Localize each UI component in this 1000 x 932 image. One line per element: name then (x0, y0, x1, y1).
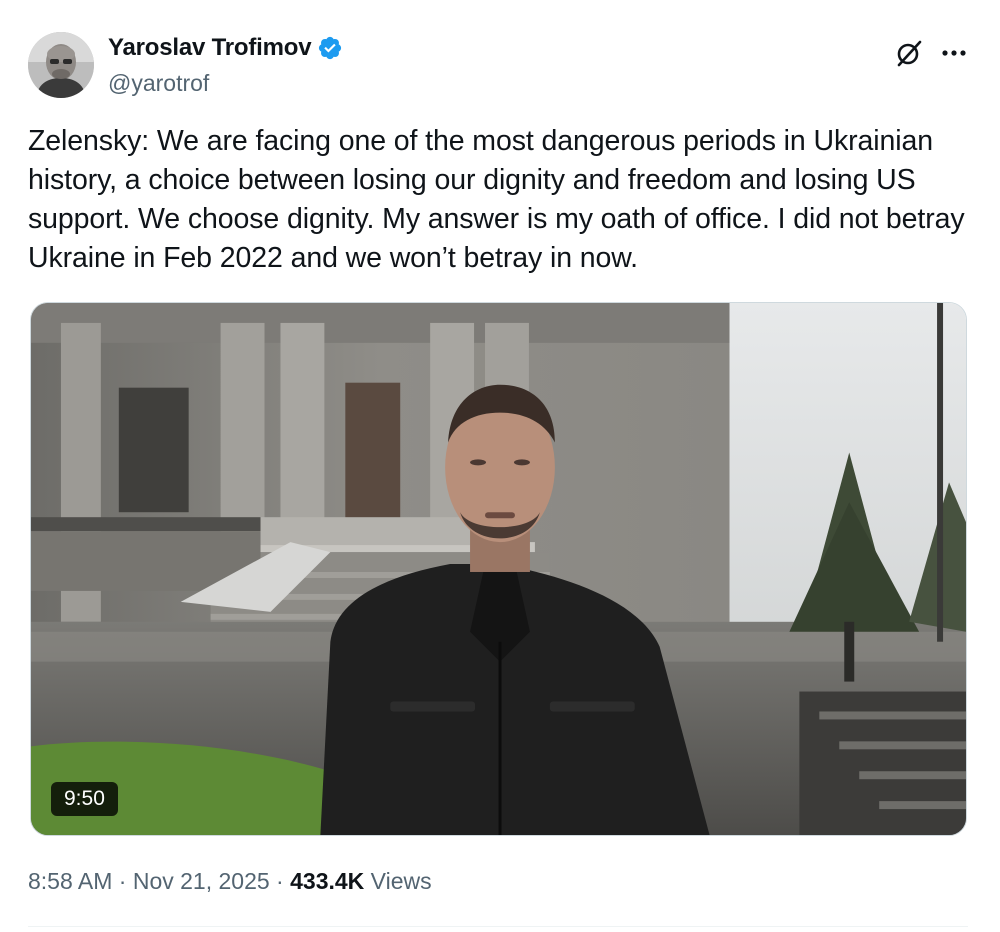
divider (28, 926, 968, 927)
avatar[interactable] (28, 32, 94, 98)
tweet-time: 8:58 AM (28, 868, 113, 894)
views-link[interactable]: 433.4K Views (290, 868, 432, 895)
author-display-name[interactable]: Yaroslav Trofimov (108, 34, 312, 62)
grok-button[interactable] (892, 36, 926, 70)
author-name-row[interactable]: Yaroslav Trofimov (108, 34, 343, 62)
video-player[interactable]: 9:50 (30, 302, 967, 836)
video-duration-badge: 9:50 (51, 782, 118, 816)
meta-separator: · (269, 868, 291, 894)
tweet-text: Zelensky: We are facing one of the most … (28, 125, 965, 274)
more-button[interactable] (936, 36, 972, 70)
tweet-card: Yaroslav Trofimov @yarotrof Zelensky: We… (0, 0, 1000, 932)
tweet-date: Nov 21, 2025 (132, 868, 270, 894)
meta-separator: · (112, 868, 133, 894)
author-handle[interactable]: @yarotrof (108, 70, 209, 97)
video-thumbnail (31, 303, 966, 835)
tweet-timestamp-link[interactable]: 8:58 AM · Nov 21, 2025 (28, 868, 270, 895)
more-dots-icon (942, 50, 966, 56)
views-label: Views (364, 868, 432, 894)
tweet-meta: 8:58 AM · Nov 21, 2025 · 433.4K Views (28, 868, 432, 895)
verified-badge-icon (317, 35, 343, 61)
views-count: 433.4K (290, 868, 365, 894)
avatar-photo (28, 32, 94, 98)
grok-slashed-circle-icon (897, 40, 922, 67)
